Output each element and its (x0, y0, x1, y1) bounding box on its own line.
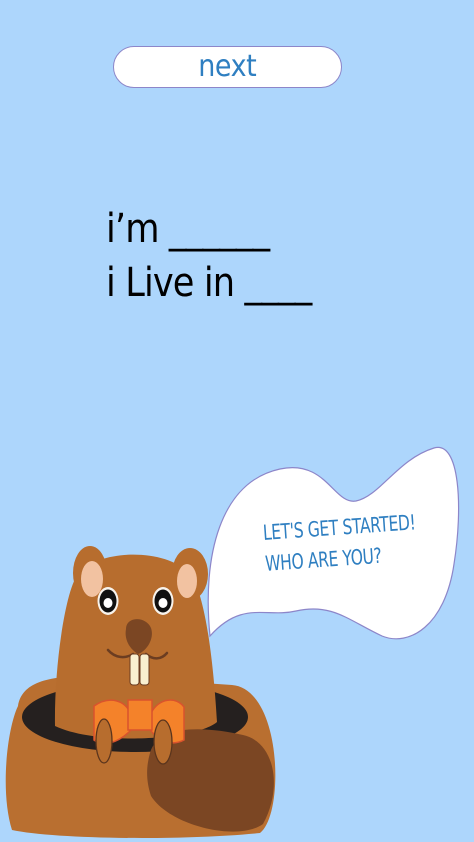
left-ear-inner (81, 561, 103, 597)
next-button[interactable]: next (113, 46, 342, 88)
beaver-mascot-icon (5, 546, 276, 839)
next-button-label: next (198, 49, 257, 84)
right-eye-white (158, 598, 168, 608)
onboarding-screen: next i’m ______ i Live in ____ LET'S GET… (0, 0, 474, 842)
left-tooth (129, 653, 140, 686)
intro-prompt: i’m ______ i Live in ____ (106, 202, 436, 310)
right-paw (153, 719, 173, 765)
name-prompt-line: i’m ______ (106, 206, 270, 252)
bow-knot (127, 699, 153, 731)
right-ear-inner (177, 564, 197, 598)
location-prompt-line: i Live in ____ (106, 260, 312, 306)
left-paw (95, 718, 113, 764)
right-tooth (139, 653, 150, 686)
left-eye-white (103, 598, 113, 608)
